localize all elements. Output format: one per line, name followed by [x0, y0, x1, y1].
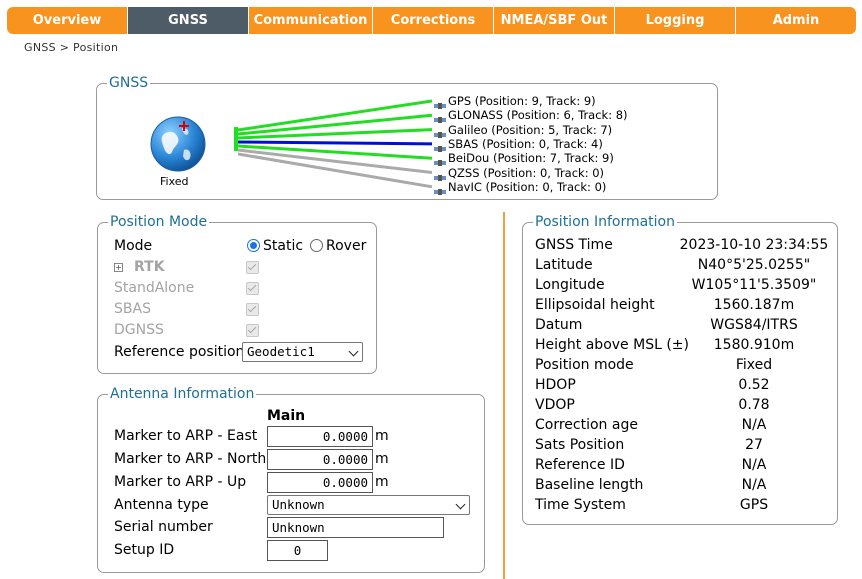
standalone-label: StandAlone	[114, 280, 195, 296]
arp-north-input[interactable]: 0.0000	[267, 449, 373, 470]
static-radio[interactable]	[247, 239, 260, 252]
info-row-value: 0.78	[738, 397, 770, 413]
antenna-type-label: Antenna type	[114, 497, 209, 513]
reference-position-value: Geodetic1	[247, 344, 315, 359]
info-row-label: Baseline length	[535, 477, 644, 493]
antenna-column-header: Main	[267, 408, 306, 424]
info-row-value: N/A	[741, 417, 767, 433]
constellation-label: GPS (Position: 9, Track: 9)	[448, 94, 596, 108]
info-row-label: Reference ID	[535, 457, 625, 473]
arp-up-unit: m	[375, 474, 389, 490]
arp-up-input[interactable]: 0.0000	[267, 472, 373, 493]
static-radio-label[interactable]: Static	[263, 238, 303, 254]
info-row-label: VDOP	[535, 397, 575, 413]
info-row-value: 1560.187m	[713, 297, 795, 313]
info-row-label: Latitude	[535, 257, 593, 273]
chevron-down-icon	[348, 346, 359, 357]
serial-number-input[interactable]: Unknown	[267, 517, 444, 538]
info-row-value: 2023-10-10 23:34:55	[679, 237, 829, 253]
position-mode-legend: Position Mode	[110, 214, 208, 230]
satellite-icon	[434, 110, 446, 124]
expand-rtk-icon[interactable]: +	[114, 263, 123, 272]
constellation-label: BeiDou (Position: 7, Track: 9)	[448, 151, 614, 166]
sbas-label: SBAS	[114, 301, 151, 317]
info-row-value: N40°5'25.0255"	[697, 257, 811, 273]
rtk-checkbox[interactable]	[246, 261, 259, 274]
info-row-label: Ellipsoidal height	[535, 297, 655, 313]
info-row-value: 27	[745, 437, 763, 453]
arp-east-label: Marker to ARP - East	[114, 428, 258, 444]
antenna-type-select[interactable]: Unknown	[267, 495, 470, 515]
line-hub	[234, 127, 238, 151]
info-row-value: N/A	[741, 477, 767, 493]
satellite-icon	[434, 168, 446, 181]
dgnss-checkbox[interactable]	[246, 324, 259, 337]
arp-east-unit: m	[375, 428, 389, 444]
satellite-icon	[434, 182, 446, 195]
arp-north-label: Marker to ARP - North	[114, 451, 267, 467]
info-row-value: 1580.910m	[713, 337, 795, 353]
info-row-label: HDOP	[535, 377, 576, 393]
globe-icon	[150, 116, 206, 172]
info-row-label: Correction age	[535, 417, 638, 433]
constellation-line	[237, 140, 433, 146]
rover-radio[interactable]	[310, 239, 323, 252]
setup-id-input[interactable]: 0	[267, 540, 328, 561]
serial-number-label: Serial number	[114, 519, 213, 535]
info-row-value: W105°11'5.3509"	[691, 277, 817, 293]
info-row-label: GNSS Time	[535, 237, 613, 253]
info-row-label: Position mode	[535, 357, 634, 373]
constellation-label: Galileo (Position: 5, Track: 7)	[448, 122, 613, 137]
fix-status: Fixed	[160, 175, 189, 188]
info-row-label: Sats Position	[535, 437, 625, 453]
satellite-icon	[434, 125, 446, 138]
info-row-value: WGS84/ITRS	[710, 317, 798, 333]
reference-position-label: Reference position	[114, 344, 245, 360]
rtk-label: RTK	[134, 259, 165, 275]
arp-north-unit: m	[375, 451, 389, 467]
satellite-icon	[434, 153, 446, 167]
info-row-value: Fixed	[735, 357, 773, 373]
dgnss-label: DGNSS	[114, 322, 164, 338]
position-info-legend: Position Information	[535, 214, 675, 230]
constellation-label: QZSS (Position: 0, Track: 0)	[448, 165, 605, 180]
info-row-label: Time System	[535, 497, 626, 513]
setup-id-label: Setup ID	[114, 542, 175, 558]
constellation-label: SBAS (Position: 0, Track: 4)	[448, 136, 603, 151]
arp-east-input[interactable]: 0.0000	[267, 426, 373, 447]
antenna-type-value: Unknown	[272, 497, 325, 512]
rover-radio-label[interactable]: Rover	[326, 238, 366, 254]
constellation-label: NavIC (Position: 0, Track: 0)	[448, 179, 607, 194]
info-row-value: GPS	[739, 497, 769, 513]
reference-position-select[interactable]: Geodetic1	[242, 342, 363, 362]
info-row-label: Datum	[535, 317, 583, 333]
satellite-icon	[434, 96, 446, 109]
mode-label: Mode	[114, 238, 153, 254]
standalone-checkbox[interactable]	[246, 282, 259, 295]
antenna-legend: Antenna Information	[110, 386, 255, 402]
arp-up-label: Marker to ARP - Up	[114, 474, 247, 490]
sbas-checkbox[interactable]	[246, 303, 259, 316]
satellite-icon	[434, 139, 446, 152]
constellation-label: GLONASS (Position: 6, Track: 8)	[448, 108, 628, 123]
chevron-down-icon	[455, 499, 466, 510]
info-row-value: N/A	[741, 457, 767, 473]
column-divider	[503, 212, 505, 579]
info-row-value: 0.52	[738, 377, 770, 393]
info-row-label: Longitude	[535, 277, 605, 293]
